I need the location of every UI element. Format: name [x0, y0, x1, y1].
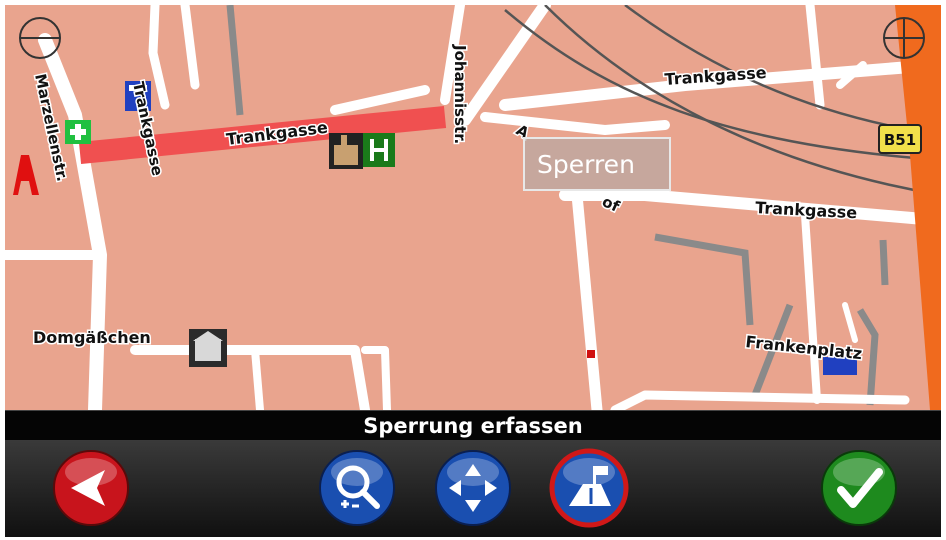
hospital-cross-icon: [65, 120, 91, 144]
status-bar: Sperrung erfassen: [5, 410, 941, 441]
confirm-button[interactable]: [819, 448, 899, 528]
position-marker: [587, 350, 595, 358]
street-label-johannisstr: Johannisstr.: [451, 44, 469, 144]
street-label-domgaesschen: Domgäßchen: [33, 328, 151, 347]
bottom-toolbar: [5, 440, 941, 537]
pan-button[interactable]: [433, 448, 513, 528]
svg-text:B51: B51: [884, 131, 916, 149]
navigation-screen: Marzellenstr. Trankgasse Trankgasse Joha…: [5, 5, 941, 537]
zoom-out-icon[interactable]: [17, 15, 63, 61]
map-view[interactable]: Marzellenstr. Trankgasse Trankgasse Joha…: [5, 5, 941, 410]
zoom-button[interactable]: [317, 448, 397, 528]
back-button[interactable]: [51, 448, 131, 528]
context-menu-label: Sperren: [537, 150, 635, 179]
church-icon: [329, 133, 363, 169]
road-sign-b51: B51: [878, 124, 922, 154]
road-block-button[interactable]: [549, 448, 629, 528]
building-poi-icon: [189, 329, 227, 367]
context-menu-sperren[interactable]: Sperren: [523, 137, 671, 191]
status-title: Sperrung erfassen: [363, 414, 583, 438]
zoom-in-icon[interactable]: [881, 15, 927, 61]
hotel-icon: [363, 133, 395, 167]
